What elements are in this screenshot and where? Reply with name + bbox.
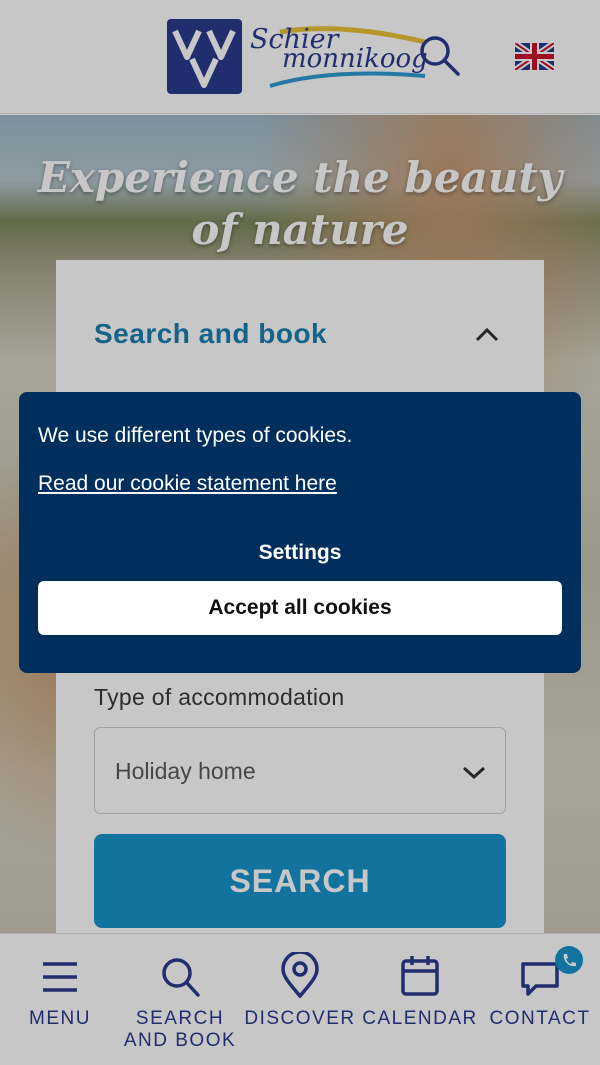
cookie-statement-link[interactable]: Read our cookie statement here (38, 472, 337, 496)
cookie-banner: We use different types of cookies. Read … (19, 392, 581, 673)
cookie-message: We use different types of cookies. (38, 424, 353, 447)
accept-cookies-button[interactable]: Accept all cookies (38, 581, 562, 635)
cookie-settings-button[interactable]: Settings (19, 541, 581, 565)
